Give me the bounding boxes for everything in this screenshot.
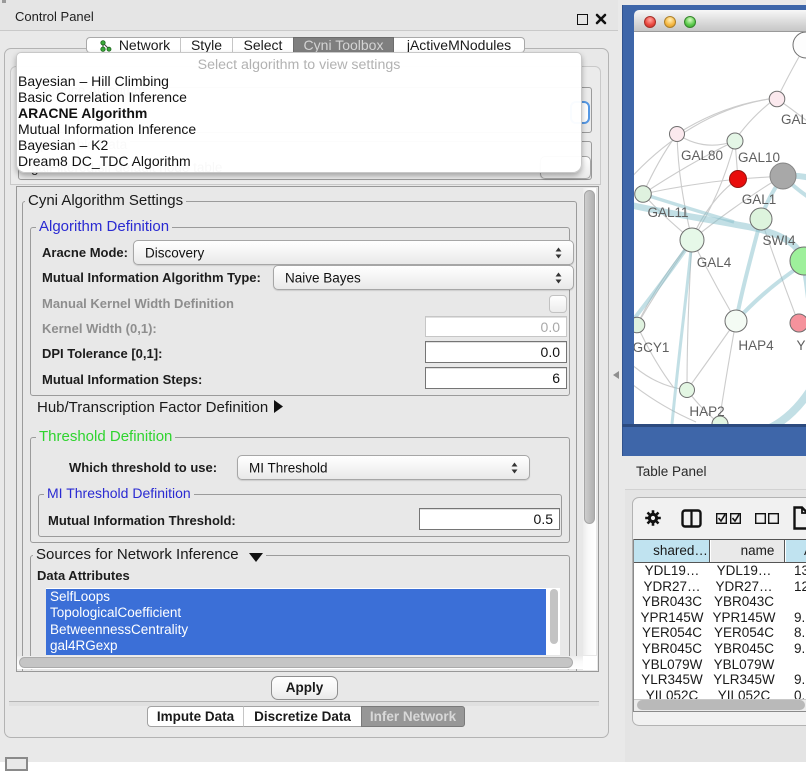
svg-text:GAL4: GAL4	[697, 255, 732, 270]
svg-text:GAL11: GAL11	[647, 205, 688, 220]
svg-text:GAL1: GAL1	[742, 192, 777, 207]
svg-text:GCY1: GCY1	[634, 340, 669, 355]
svg-text:SWI4: SWI4	[762, 233, 795, 248]
svg-text:HAP2: HAP2	[689, 404, 724, 419]
svg-text:GAL7: GAL7	[781, 112, 806, 127]
svg-text:HAP4: HAP4	[738, 338, 774, 353]
svg-text:GAL10: GAL10	[738, 150, 780, 165]
svg-text:Y: Y	[796, 338, 805, 353]
svg-text:GAL80: GAL80	[681, 148, 723, 163]
